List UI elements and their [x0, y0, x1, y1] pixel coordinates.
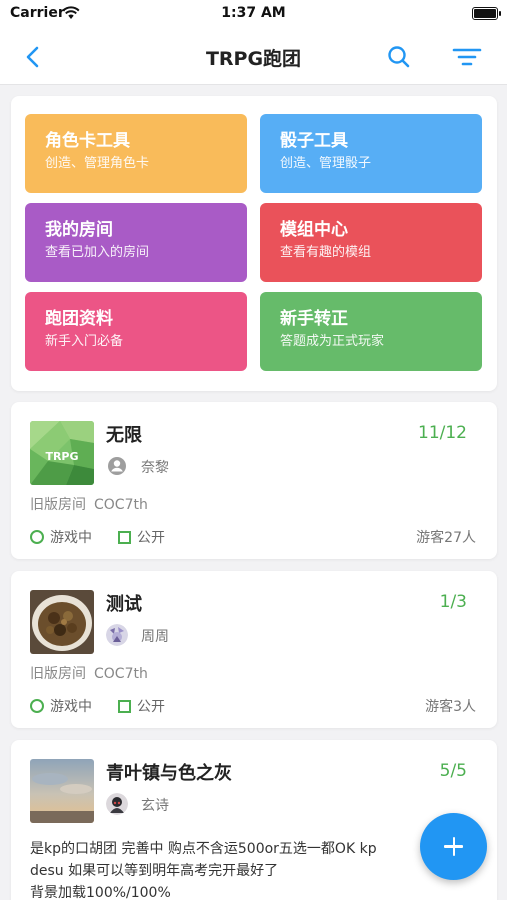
tile-title: 角色卡工具	[45, 131, 130, 151]
room-owner: 奈黎	[141, 460, 169, 476]
room-status: 游戏中	[50, 530, 92, 546]
square-icon	[118, 699, 131, 713]
status-bar: Carrier 1:37 AM	[0, 0, 507, 28]
thumbnail-text: TRPG	[45, 450, 78, 463]
tile-title: 模组中心	[280, 220, 348, 240]
description-line: desu 如果可以等到明年高考完开最好了	[30, 863, 279, 879]
room-status-row: 游戏中 公开	[30, 527, 165, 547]
room-type: 旧版房间	[30, 666, 86, 682]
square-icon	[118, 530, 131, 544]
room-card[interactable]: 青叶镇与色之灰 5/5 玄诗 是kp的口胡团 完善中 购点不含运500or五选一…	[11, 740, 497, 900]
avatar	[106, 624, 128, 646]
room-player-count: 1/3	[439, 592, 467, 612]
tile-title: 我的房间	[45, 220, 113, 240]
room-name: 青叶镇与色之灰	[106, 763, 232, 784]
navigation-bar: TRPG跑团	[0, 28, 507, 85]
tile-my-rooms[interactable]: 我的房间 查看已加入的房间	[25, 203, 247, 282]
tile-title: 新手转正	[280, 309, 348, 329]
room-thumbnail	[30, 759, 94, 823]
room-guests: 游客27人	[416, 530, 476, 546]
room-visibility: 公开	[137, 530, 165, 546]
filter-icon[interactable]	[450, 42, 484, 72]
tile-character-card-tool[interactable]: 角色卡工具 创造、管理角色卡	[25, 114, 247, 193]
avatar	[106, 793, 128, 815]
room-card[interactable]: TRPG 无限 11/12 奈黎 旧版房间 COC7th 游戏中 公开 游客27人	[11, 402, 497, 559]
room-owner: 周周	[141, 629, 169, 645]
description-line: 是kp的口胡团 完善中 购点不含运500or五选一都OK kp	[30, 841, 377, 857]
tile-dice-tool[interactable]: 骰子工具 创造、管理骰子	[260, 114, 482, 193]
tile-subtitle: 创造、管理角色卡	[45, 156, 150, 171]
room-meta: 旧版房间 COC7th	[30, 663, 148, 683]
room-guests: 游客3人	[425, 699, 476, 715]
room-thumbnail: TRPG	[30, 421, 94, 485]
room-meta: 旧版房间 COC7th	[30, 494, 148, 514]
tile-subtitle: 答题成为正式玩家	[280, 334, 385, 349]
add-room-button[interactable]	[420, 813, 487, 880]
tile-subtitle: 创造、管理骰子	[280, 156, 372, 171]
room-thumbnail	[30, 590, 94, 654]
tile-trpg-resources[interactable]: 跑团资料 新手入门必备	[25, 292, 247, 371]
battery-icon	[472, 7, 501, 20]
room-rule: COC7th	[94, 497, 148, 513]
room-status-row: 游戏中 公开	[30, 696, 165, 716]
circle-icon	[30, 530, 44, 544]
room-name: 测试	[106, 594, 142, 615]
room-name: 无限	[106, 425, 142, 446]
room-card[interactable]: 测试 1/3 周周 旧版房间 COC7th 游戏中 公开 游客3人	[11, 571, 497, 728]
room-status: 游戏中	[50, 699, 92, 715]
room-description: 是kp的口胡团 完善中 购点不含运500or五选一都OK kp desu 如果可…	[30, 838, 470, 900]
tile-module-center[interactable]: 模组中心 查看有趣的模组	[260, 203, 482, 282]
page-title: TRPG跑团	[205, 48, 302, 70]
tile-title: 骰子工具	[280, 131, 348, 151]
room-visibility: 公开	[137, 699, 165, 715]
search-icon[interactable]	[384, 42, 414, 72]
tile-subtitle: 查看已加入的房间	[45, 245, 150, 260]
tile-subtitle: 查看有趣的模组	[280, 245, 372, 260]
tile-newbie-verification[interactable]: 新手转正 答题成为正式玩家	[260, 292, 482, 371]
room-player-count: 11/12	[418, 423, 467, 443]
tile-subtitle: 新手入门必备	[45, 334, 124, 349]
tile-title: 跑团资料	[45, 309, 113, 329]
feature-grid: 角色卡工具 创造、管理角色卡 骰子工具 创造、管理骰子 我的房间 查看已加入的房…	[11, 96, 497, 391]
description-line: 背景加载100%/100%	[30, 885, 171, 900]
room-type: 旧版房间	[30, 497, 86, 513]
user-icon	[106, 455, 128, 477]
circle-icon	[30, 699, 44, 713]
status-time: 1:37 AM	[221, 5, 286, 21]
room-player-count: 5/5	[439, 761, 467, 781]
room-owner: 玄诗	[141, 798, 169, 814]
room-rule: COC7th	[94, 666, 148, 682]
